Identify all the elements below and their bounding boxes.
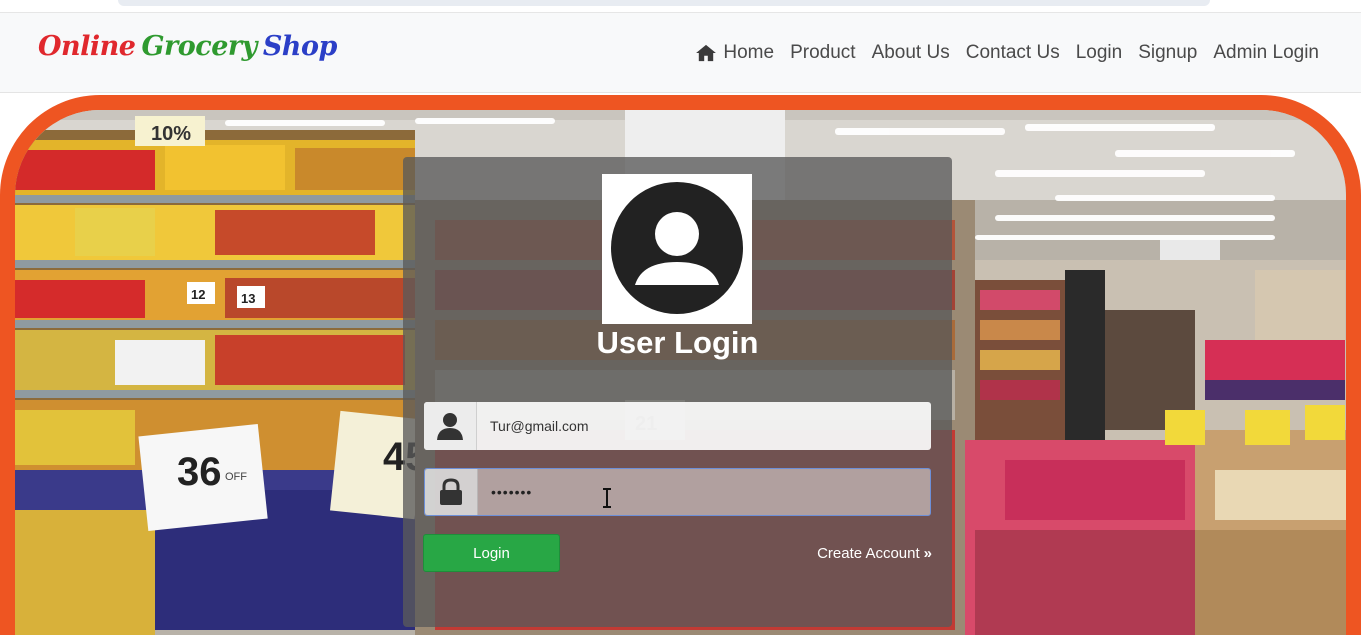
nav-item-login[interactable]: Login — [1076, 42, 1123, 64]
nav-home-label: Home — [723, 42, 775, 63]
login-button[interactable]: Login — [423, 534, 560, 572]
user-circle-icon — [611, 182, 743, 314]
shelf-label-discount: 10% — [151, 123, 191, 145]
nav-item-admin-login[interactable]: Admin Login — [1213, 42, 1319, 64]
login-panel: User Login Login Create Account » — [403, 157, 952, 627]
user-icon — [437, 413, 463, 440]
nav-item-signup[interactable]: Signup — [1138, 42, 1197, 64]
password-field-group — [424, 468, 931, 516]
email-input[interactable] — [477, 401, 931, 451]
nav-item-about[interactable]: About Us — [872, 42, 950, 64]
shelf-tag-13: 13 — [241, 291, 255, 306]
user-addon — [424, 402, 477, 450]
email-field-group — [424, 401, 931, 451]
avatar — [602, 174, 752, 324]
login-title: User Login — [596, 325, 759, 360]
lock-icon — [440, 478, 462, 505]
brand-word-grocery: Grocery — [141, 31, 257, 62]
double-chevron-right-icon: » — [923, 545, 932, 562]
brand-logo[interactable]: Online Grocery Shop — [38, 31, 343, 62]
brand-word-shop: Shop — [262, 31, 338, 62]
shelf-tag-12: 12 — [191, 287, 205, 302]
nav-item-contact[interactable]: Contact Us — [966, 42, 1060, 64]
nav-item-home[interactable]: Home — [695, 42, 774, 64]
brand-word-online: Online — [38, 31, 136, 62]
lock-addon — [425, 469, 478, 515]
home-icon — [696, 44, 717, 62]
password-input[interactable] — [478, 468, 930, 516]
text-cursor-icon — [603, 488, 611, 508]
nav-menu: Home Product About Us Contact Us Login S… — [695, 42, 1319, 64]
navbar: Online Grocery Shop Home Product About Us … — [0, 13, 1361, 93]
nav-item-product[interactable]: Product — [790, 42, 855, 64]
price-tag-36: 36 — [177, 450, 222, 494]
create-account-label: Create Account — [817, 545, 920, 562]
browser-top-strip — [0, 0, 1361, 13]
price-tag-off: OFF — [225, 471, 247, 483]
create-account-link[interactable]: Create Account » — [817, 545, 932, 562]
address-bar-edge — [118, 0, 1210, 6]
